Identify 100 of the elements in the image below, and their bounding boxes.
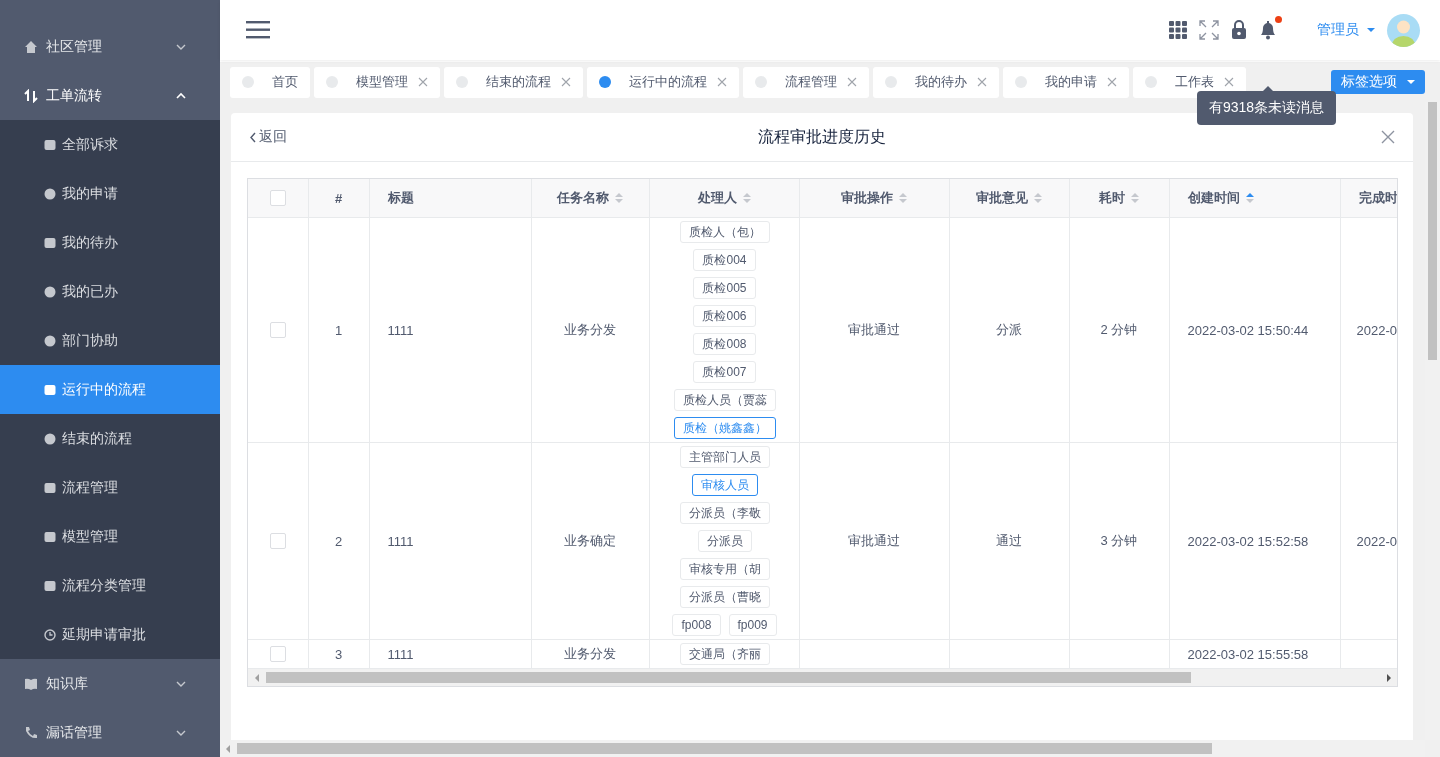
close-icon[interactable]: [561, 77, 571, 87]
checkbox[interactable]: [269, 533, 286, 550]
back-link[interactable]: 返回: [249, 128, 287, 146]
handler-tag: 分派员（李敬: [679, 502, 770, 524]
checkbox[interactable]: [269, 322, 286, 339]
chevron-left-icon: [249, 131, 256, 143]
menu-group[interactable]: 工单流转: [0, 71, 220, 120]
handler-tag: 质检006: [693, 305, 756, 327]
menu-item[interactable]: 流程分类管理: [0, 561, 220, 610]
tab[interactable]: 首页: [230, 66, 310, 98]
table-cell: 审批通过: [848, 322, 900, 337]
table-cell: 2022-0: [1356, 533, 1396, 549]
close-icon[interactable]: [418, 77, 428, 87]
user-menu[interactable]: 管理员: [1317, 21, 1375, 39]
phone-icon: [24, 725, 38, 740]
menu-item[interactable]: 模型管理: [0, 512, 220, 561]
lock-icon[interactable]: [1231, 20, 1247, 40]
tooltip: 有9318条未读消息: [1197, 91, 1337, 125]
table-cell: 分派: [996, 322, 1022, 337]
arrow-left-icon: [254, 673, 260, 682]
close-icon[interactable]: [717, 77, 727, 87]
handler-tag: 质检005: [693, 277, 756, 299]
table-cell: 1111: [387, 533, 414, 549]
table-cell: 2022-03-02 15:50:44: [1187, 322, 1309, 338]
table-cell: 1111: [387, 322, 414, 338]
panel-title: 流程审批进度历史: [758, 127, 886, 145]
table-cell: 3 分钟: [1100, 533, 1138, 548]
square-icon: [44, 481, 56, 494]
menu-group[interactable]: 知识库: [0, 659, 220, 708]
table-cell: 1111: [387, 646, 414, 662]
column-header[interactable]: 耗时: [1099, 189, 1139, 207]
table-cell: 业务分发: [564, 322, 616, 337]
close-icon[interactable]: [847, 77, 857, 87]
menu-item[interactable]: 全部诉求: [0, 120, 220, 169]
chevron-up-icon: [176, 91, 186, 100]
chevron-down-icon: [176, 728, 186, 737]
table-cell: 审批通过: [848, 533, 900, 548]
tab[interactable]: 我的申请: [1003, 66, 1129, 98]
menu-item[interactable]: 我的申请: [0, 169, 220, 218]
caret-icon: [1407, 80, 1415, 84]
arrow-right-icon: [1386, 673, 1392, 682]
handler-tag: 分派员: [697, 530, 752, 552]
close-icon[interactable]: [1107, 77, 1117, 87]
tab[interactable]: 结束的流程: [444, 66, 583, 98]
fullscreen-icon[interactable]: [1199, 20, 1219, 40]
close-icon[interactable]: [1224, 77, 1234, 87]
caret-icon: [1367, 28, 1375, 32]
square-icon: [44, 530, 56, 543]
close-icon[interactable]: [977, 77, 987, 87]
clock-icon: [44, 628, 56, 641]
tab[interactable]: 运行中的流程: [587, 66, 739, 98]
menu-icon[interactable]: [246, 21, 270, 39]
handler-tag: 质检008: [693, 333, 756, 355]
menu-item[interactable]: 延期申请审批: [0, 610, 220, 659]
chevron-down-icon: [176, 42, 186, 51]
table-cell: 2022-0: [1356, 322, 1396, 338]
circle-icon: [44, 334, 56, 347]
column-header[interactable]: 创建时间: [1187, 189, 1254, 207]
handler-tag: 审核人员: [691, 474, 758, 496]
bell-icon[interactable]: [1259, 20, 1277, 40]
menu-item[interactable]: 部门协助: [0, 316, 220, 365]
handler-tag: fp009: [728, 614, 777, 636]
scrollbar[interactable]: [248, 669, 1397, 686]
circle-icon: [44, 285, 56, 298]
tab[interactable]: 我的待办: [873, 66, 999, 98]
chevron-down-icon: [176, 679, 186, 688]
handler-tag: 主管部门人员: [679, 446, 770, 468]
menu-item[interactable]: 结束的流程: [0, 414, 220, 463]
tab[interactable]: 模型管理: [314, 66, 440, 98]
menu-group[interactable]: 漏话管理: [0, 708, 220, 757]
book-icon: [24, 676, 38, 691]
menu-item[interactable]: 我的待办: [0, 218, 220, 267]
checkbox[interactable]: [269, 646, 286, 663]
close-icon[interactable]: [1381, 130, 1395, 144]
column-header: #: [334, 190, 343, 206]
avatar[interactable]: [1387, 13, 1420, 47]
table-cell: 2 分钟: [1100, 322, 1138, 337]
apps-grid-icon[interactable]: [1169, 21, 1187, 39]
handler-tag: 审核专用（胡: [679, 558, 770, 580]
table-cell: 3: [334, 646, 343, 662]
handler-tag: 质检人（包）: [679, 221, 770, 243]
table-cell: 业务分发: [564, 646, 616, 661]
column-header: 标题: [387, 189, 414, 207]
handler-tag: 质检（姚鑫鑫）: [673, 417, 776, 439]
table-cell: 业务确定: [564, 533, 616, 548]
handler-tag: 质检人员（贾蕊: [673, 389, 776, 411]
circle-icon: [44, 187, 56, 200]
handler-tag: 交通局（齐丽: [679, 643, 770, 665]
column-header[interactable]: 处理人: [697, 189, 751, 207]
swap-icon: [24, 88, 38, 103]
menu-item[interactable]: 我的已办: [0, 267, 220, 316]
square-icon: [44, 138, 56, 151]
tab[interactable]: 流程管理: [743, 66, 869, 98]
menu-item[interactable]: 流程管理: [0, 463, 220, 512]
menu-group[interactable]: 社区管理: [0, 22, 220, 71]
handler-tag: fp008: [672, 614, 721, 636]
tab[interactable]: 工作表: [1133, 66, 1246, 98]
table-cell: 2: [334, 533, 343, 549]
checkbox[interactable]: [269, 190, 286, 207]
square-icon: [44, 383, 56, 396]
